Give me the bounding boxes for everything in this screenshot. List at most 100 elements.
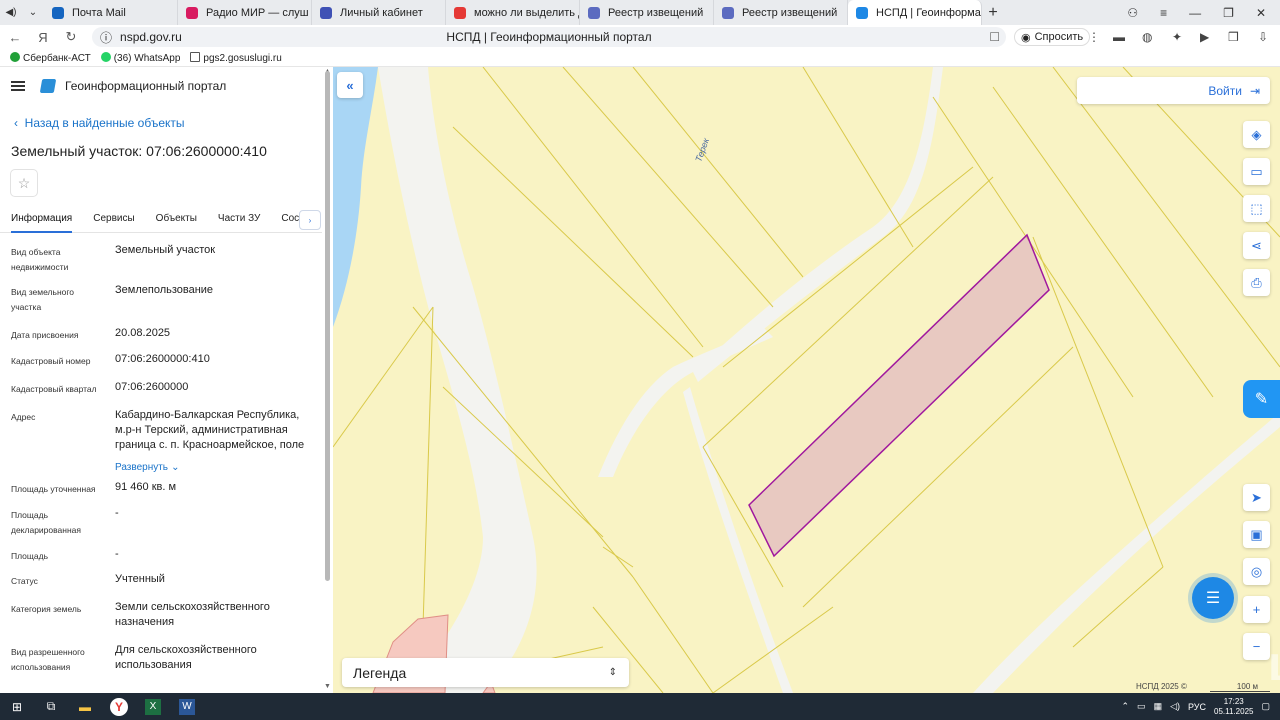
attribute-value: Учтенный <box>115 573 165 585</box>
windows-logo-icon: ⊞ <box>11 699 23 714</box>
select-area-button[interactable]: ⬚ <box>1243 195 1270 222</box>
tabs-next-button[interactable]: › <box>299 210 321 230</box>
back-to-results-link[interactable]: ‹ Назад в найденные объекты <box>14 116 185 130</box>
address-field[interactable]: ⓘ nspd.gov.ru НСПД | Геоинформационный п… <box>92 27 1006 47</box>
ask-button[interactable]: ◉ Спросить <box>1014 28 1091 46</box>
tab-objects[interactable]: Объекты <box>156 207 197 233</box>
volume-icon[interactable]: ◁) <box>1170 701 1180 712</box>
bookmark-icon[interactable]: ☐ <box>989 30 1000 44</box>
menu-icon[interactable]: ≡ <box>1160 6 1167 20</box>
yandex-logo-icon[interactable]: Я <box>32 30 54 45</box>
selected-parcel <box>748 233 1050 558</box>
attribute-label: Вид разрешенного использования <box>11 647 85 672</box>
back-icon[interactable]: ← <box>4 30 26 45</box>
restore-icon[interactable]: ❐ <box>1223 6 1234 20</box>
tab-label: НСПД | Геоинформацио <box>876 6 981 19</box>
tab-services[interactable]: Сервисы <box>93 207 134 233</box>
yandex-browser-button[interactable]: Y <box>102 693 136 720</box>
notifications-center-icon[interactable]: ▢ <box>1261 701 1270 712</box>
site-info-icon[interactable]: ⓘ <box>100 29 112 46</box>
browser-tab-active[interactable]: НСПД | Геоинформацио✕ <box>848 0 982 25</box>
media-icon[interactable]: ▶ <box>1200 30 1209 44</box>
attribute-label: Статус <box>11 576 38 586</box>
browser-tab[interactable]: Реестр извещений <box>580 0 714 25</box>
attribute-value: 07:06:2600000 <box>115 381 189 393</box>
profile-icon[interactable]: ⚇ <box>1127 6 1138 20</box>
excel-button[interactable]: X <box>136 693 170 720</box>
map-view[interactable]: Терек циан <box>333 67 1280 693</box>
language-indicator[interactable]: РУС <box>1188 702 1206 712</box>
word-icon: W <box>179 698 195 715</box>
attribute-label: Площадь <box>11 551 49 561</box>
location-icon: ◎ <box>1250 563 1263 579</box>
layers-button[interactable]: ◈ <box>1243 121 1270 148</box>
map-copyright: НСПД 2025 © <box>1136 682 1187 691</box>
browser-tab[interactable]: можно ли выделить долю <box>446 0 580 25</box>
zoom-out-button[interactable]: − <box>1243 633 1270 660</box>
support-chat-button[interactable]: ✎ <box>1243 380 1280 418</box>
close-icon[interactable]: ✕ <box>1256 6 1266 20</box>
ruler-icon: ▭ <box>1250 163 1263 179</box>
attribute-value: - <box>115 548 119 560</box>
panel-scrollbar[interactable] <box>325 71 330 581</box>
extension-icon[interactable]: ▬ <box>1113 30 1125 44</box>
word-button[interactable]: W <box>170 693 204 720</box>
tabs-menu-icon[interactable]: ⌄ <box>22 2 44 24</box>
share-button[interactable]: ⋖ <box>1243 232 1270 259</box>
attribute-label: Дата присвоения <box>11 330 79 340</box>
legend-panel[interactable]: Легенда ⇕ <box>342 658 629 687</box>
browser-tab[interactable]: Почта Mail <box>44 0 178 25</box>
collections-icon[interactable]: ❒ <box>1228 30 1239 44</box>
assistant-chat-bubble[interactable]: ☰ <box>1192 577 1234 619</box>
legend-label: Легенда <box>353 664 407 681</box>
print-button[interactable]: ⎙ <box>1243 269 1270 296</box>
browser-tab[interactable]: Личный кабинет <box>312 0 446 25</box>
explorer-button[interactable]: ▬ <box>68 693 102 720</box>
expand-toggle-icon: ⇕ <box>608 667 617 678</box>
bookmark-item[interactable]: Сбербанк-АСТ <box>10 51 91 64</box>
map-canvas[interactable] <box>333 67 1280 693</box>
audio-icon[interactable]: ◀) <box>0 2 22 24</box>
browser-tab-bar: ◀) ⌄ Почта Mail Радио МИР — слуш Личный … <box>0 0 1280 25</box>
bookmark-label: pgs2.gosuslugi.ru <box>203 52 282 64</box>
minimap-button[interactable]: ▣ <box>1243 521 1270 548</box>
task-view-button[interactable]: ⧉ <box>34 693 68 720</box>
extension-icon[interactable]: ◍ <box>1142 30 1152 44</box>
more-icon[interactable]: ⋮ <box>1088 30 1100 44</box>
zoom-in-button[interactable]: + <box>1243 596 1270 623</box>
measure-button[interactable]: ▭ <box>1243 158 1270 185</box>
minimize-icon[interactable]: — <box>1189 6 1201 20</box>
extensions-icon[interactable]: ✦ <box>1172 30 1182 44</box>
navigation-arrow-icon: ➤ <box>1251 489 1262 505</box>
alice-icon: ◉ <box>1021 31 1031 44</box>
downloads-icon[interactable]: ⇩ <box>1258 30 1268 44</box>
login-button[interactable]: Войти ⇥ <box>1077 77 1270 104</box>
clock[interactable]: 17:23 05.11.2025 <box>1214 697 1253 717</box>
scroll-down-arrow[interactable]: ▼ <box>324 683 331 690</box>
collapse-panel-button[interactable]: « <box>337 72 363 98</box>
bookmark-item[interactable]: pgs2.gosuslugi.ru <box>190 51 282 64</box>
new-tab-button[interactable]: + <box>982 4 1004 22</box>
chat-icon: ✎ <box>1254 391 1269 408</box>
favorite-star-icon[interactable]: ☆ <box>10 169 38 197</box>
attribute-value: Кабардино-Балкарская Республика, м.р-н Т… <box>115 409 305 451</box>
browser-tab[interactable]: Реестр извещений <box>714 0 848 25</box>
tray-up-icon[interactable]: ⌃ <box>1122 701 1130 712</box>
attribute-label: Адрес <box>11 412 36 422</box>
geolocation-button[interactable]: ➤ <box>1243 484 1270 511</box>
location-search-button[interactable]: ◎ <box>1243 558 1270 585</box>
reload-icon[interactable]: ↻ <box>60 29 82 45</box>
expand-link[interactable]: Развернуть ⌄ <box>115 460 315 475</box>
hamburger-menu-icon[interactable] <box>11 81 25 91</box>
nspd-icon <box>856 6 868 19</box>
window-controls: ⚇ ≡ — ❐ ✕ <box>1127 6 1280 20</box>
tab-parts[interactable]: Части ЗУ <box>218 207 260 233</box>
bookmark-item[interactable]: (36) WhatsApp <box>100 51 180 64</box>
network-icon[interactable]: ▦ <box>1154 701 1163 712</box>
start-button[interactable]: ⊞ <box>0 693 34 720</box>
notification-icon[interactable]: ▭ <box>1137 701 1146 712</box>
browser-tab[interactable]: Радио МИР — слуш <box>178 0 312 25</box>
tab-information[interactable]: Информация <box>11 207 73 233</box>
tab-label: Реестр извещений <box>608 6 704 19</box>
registry-icon <box>722 6 734 19</box>
